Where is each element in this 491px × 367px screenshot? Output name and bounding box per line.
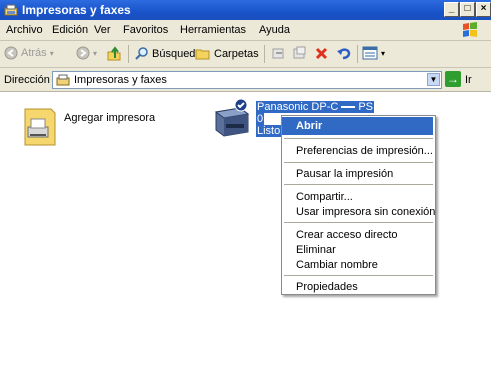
address-value: Impresoras y faxes <box>74 74 167 86</box>
title-bar[interactable]: Impresoras y faxes _ □ × <box>0 0 491 20</box>
go-arrow-icon[interactable]: → <box>445 71 461 87</box>
add-printer-label[interactable]: Agregar impresora <box>64 112 155 124</box>
toolbar-separator <box>264 45 265 63</box>
address-bar: Dirección Impresoras y faxes ▼ → Ir <box>0 68 491 92</box>
menu-item-compartir[interactable]: Compartir... <box>296 191 353 203</box>
move-to-button[interactable] <box>271 46 286 61</box>
menu-separator <box>284 275 433 276</box>
back-button[interactable]: Atrás ▾ <box>4 46 54 60</box>
menu-archivo[interactable]: Archivo <box>6 24 43 36</box>
folders-icon <box>195 49 210 60</box>
menu-item-cambiar-nombre[interactable]: Cambiar nombre <box>296 259 378 271</box>
menu-item-preferencias[interactable]: Preferencias de impresión... <box>296 145 433 157</box>
menu-herramientas[interactable]: Herramientas <box>180 24 246 36</box>
back-dropdown-icon[interactable]: ▾ <box>50 49 54 58</box>
menu-item-pausar[interactable]: Pausar la impresión <box>296 168 393 180</box>
views-icon <box>362 46 378 60</box>
copy-to-icon <box>293 46 306 59</box>
search-button[interactable]: Búsqueda <box>134 46 202 61</box>
views-button[interactable]: ▾ <box>362 46 385 60</box>
menu-item-abrir[interactable]: Abrir <box>282 117 433 135</box>
address-dropdown-button[interactable]: ▼ <box>427 73 440 86</box>
maximize-button[interactable]: □ <box>460 2 475 17</box>
views-dropdown-icon[interactable]: ▾ <box>381 49 385 58</box>
default-printer-check-icon <box>234 98 248 112</box>
toolbar-separator <box>128 45 129 63</box>
forward-arrow-icon <box>76 46 90 60</box>
add-printer-item[interactable] <box>19 107 57 150</box>
redacted-mark <box>341 106 356 109</box>
minimize-button[interactable]: _ <box>444 2 459 17</box>
menu-item-sin-conexion[interactable]: Usar impresora sin conexión <box>296 206 435 218</box>
printer-item[interactable] <box>210 98 254 143</box>
menu-separator <box>284 162 433 163</box>
menu-item-crear-acceso[interactable]: Crear acceso directo <box>296 229 398 241</box>
menu-item-eliminar[interactable]: Eliminar <box>296 244 336 256</box>
back-label: Atrás <box>21 47 47 59</box>
address-label: Dirección <box>4 74 50 86</box>
add-printer-icon <box>24 108 56 146</box>
search-icon <box>135 47 148 60</box>
menu-separator <box>284 184 433 185</box>
up-folder-button[interactable] <box>106 46 122 62</box>
up-folder-icon <box>107 46 121 61</box>
forward-dropdown-icon[interactable]: ▾ <box>93 49 97 58</box>
menu-bar: Archivo Edición Ver Favoritos Herramient… <box>0 20 491 41</box>
printer-name: Panasonic DP-C PS <box>256 101 375 113</box>
menu-ayuda[interactable]: Ayuda <box>259 24 290 36</box>
close-button[interactable]: × <box>476 2 491 17</box>
printer-status: Listo <box>256 125 282 137</box>
menu-edicion[interactable]: Edición <box>52 24 88 36</box>
folders-button[interactable]: Carpetas <box>195 46 259 61</box>
menu-item-propiedades[interactable]: Propiedades <box>296 281 358 293</box>
address-input[interactable]: Impresoras y faxes ▼ <box>52 71 442 89</box>
delete-button[interactable] <box>314 46 329 61</box>
printer-documents: 0 <box>256 113 265 125</box>
forward-button[interactable]: ▾ <box>76 46 97 60</box>
move-to-icon <box>272 48 284 59</box>
menu-separator <box>284 138 433 139</box>
toolbar: Atrás ▾ ▾ Búsqueda Carpetas ▾ <box>0 41 491 68</box>
folders-label: Carpetas <box>214 47 259 60</box>
menu-ver[interactable]: Ver <box>94 24 111 36</box>
copy-to-button[interactable] <box>292 46 307 61</box>
undo-button[interactable] <box>336 46 352 61</box>
go-label[interactable]: Ir <box>465 74 472 86</box>
back-arrow-icon <box>4 46 18 60</box>
menu-favoritos[interactable]: Favoritos <box>123 24 168 36</box>
delete-x-icon <box>315 47 328 60</box>
window-title: Impresoras y faxes <box>22 3 131 17</box>
toolbar-separator <box>357 45 358 63</box>
windows-logo-icon <box>463 22 477 37</box>
window-controls: _ □ × <box>444 2 491 18</box>
context-menu: Abrir Preferencias de impresión... Pausa… <box>281 115 436 295</box>
menu-separator <box>284 222 433 223</box>
undo-icon <box>337 48 351 60</box>
printers-folder-icon <box>56 74 70 86</box>
menu-item-label: Abrir <box>296 120 323 132</box>
printers-folder-icon <box>4 4 18 16</box>
